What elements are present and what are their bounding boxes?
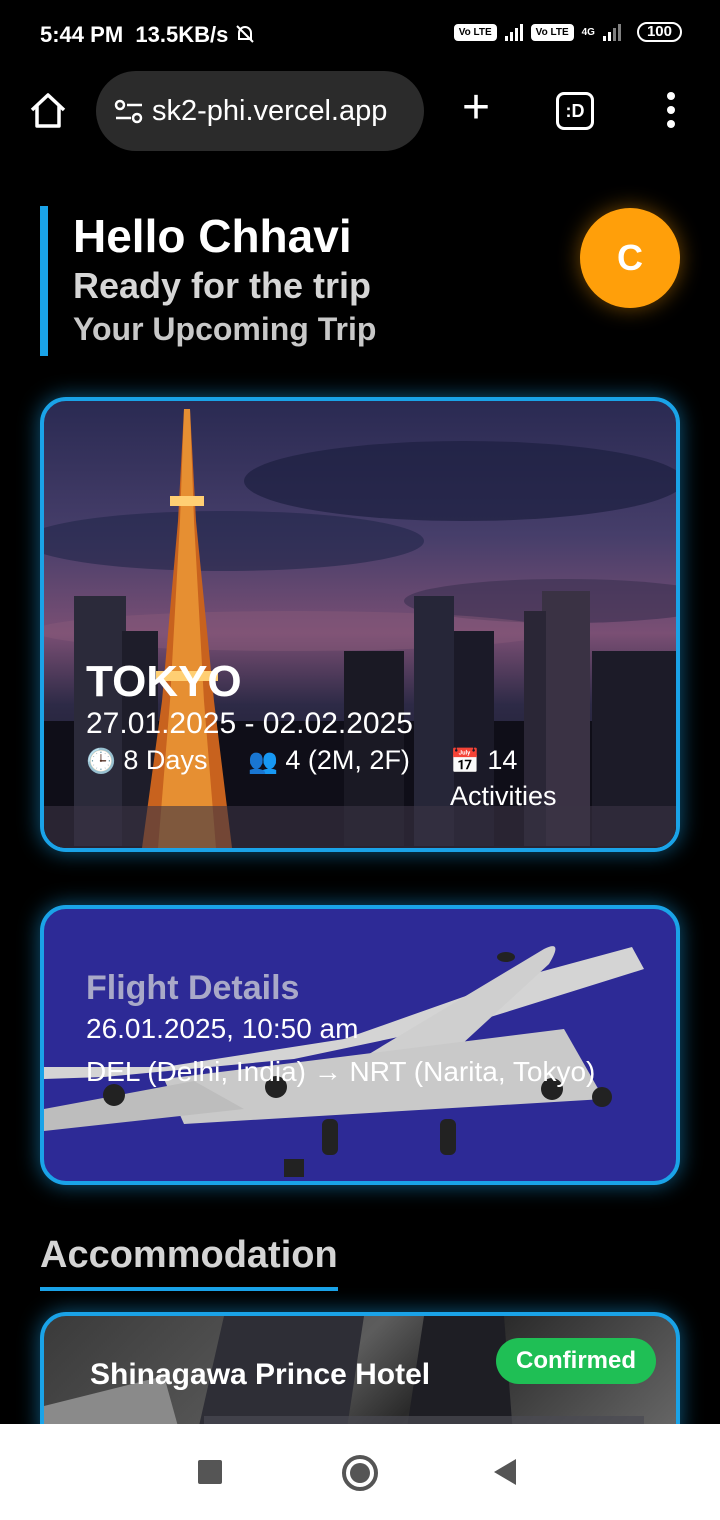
airplane-icon (44, 946, 644, 1177)
flight-card[interactable]: Flight Details 26.01.2025, 10:50 am DEL … (40, 905, 680, 1185)
trip-travelers-text: 4 (2M, 2F) (285, 745, 410, 775)
network-type: 4G (581, 26, 595, 38)
network-speed: 13.5KB/s (135, 22, 229, 47)
calendar-icon: 📅 (450, 748, 480, 775)
mute-bell-icon (236, 25, 255, 43)
flight-datetime: 26.01.2025, 10:50 am (86, 1013, 359, 1044)
trip-card[interactable]: TOKYO 27.01.2025 - 02.02.2025 🕒 8 Days 👥… (40, 397, 680, 852)
volte-badge-2: Vo LTE (530, 23, 574, 41)
back-icon[interactable] (494, 1459, 516, 1485)
greeting-title: Hello Chhavi (73, 210, 352, 262)
site-settings-icon[interactable] (114, 99, 144, 125)
people-icon: 👥 (248, 748, 278, 775)
home-icon[interactable] (28, 90, 68, 130)
booking-status-badge: Confirmed (496, 1338, 656, 1384)
status-time: 5:44 PM 13.5KB/s (40, 22, 256, 48)
trip-duration-text: 8 Days (123, 745, 208, 775)
more-menu-icon[interactable] (664, 92, 678, 132)
greeting-subtitle: Ready for the trip (73, 265, 372, 306)
battery-indicator: 100 (636, 22, 682, 42)
system-nav-bar (0, 1424, 720, 1520)
volte-badge: Vo LTE (453, 23, 497, 41)
clock-text: 5:44 PM (40, 22, 124, 47)
url-text: sk2-phi.vercel.app (152, 95, 388, 127)
upcoming-trip-heading: Your Upcoming Trip (73, 311, 377, 347)
flight-details-title: Flight Details (86, 969, 300, 1007)
signal-icon (504, 23, 523, 41)
new-tab-icon[interactable]: + (456, 84, 496, 132)
accommodation-heading: Accommodation (40, 1234, 338, 1291)
status-bar: 5:44 PM 13.5KB/s Vo LTE Vo LTE 4G 100 (0, 0, 720, 70)
tab-switcher-button[interactable]: :D (556, 92, 594, 130)
avatar[interactable]: C (580, 208, 680, 308)
recent-apps-icon[interactable] (198, 1460, 222, 1484)
home-nav-icon[interactable] (342, 1455, 378, 1491)
clock-icon: 🕒 (86, 748, 116, 775)
greeting-block: Hello Chhavi Ready for the trip Your Upc… (40, 206, 376, 356)
hotel-name: Shinagawa Prince Hotel (90, 1358, 431, 1391)
browser-toolbar: sk2-phi.vercel.app + :D (0, 70, 720, 152)
trip-destination: TOKYO (86, 657, 242, 706)
trip-duration: 🕒 8 Days (86, 743, 256, 779)
trip-dates: 27.01.2025 - 02.02.2025 (86, 707, 413, 740)
trip-activities: 📅 14 Activities (450, 743, 620, 813)
address-bar[interactable]: sk2-phi.vercel.app (96, 71, 424, 151)
flight-route: DEL (Delhi, India) → NRT (Narita, Tokyo) (86, 1056, 596, 1087)
signal-icon-2 (602, 23, 621, 41)
trip-travelers: 👥 4 (2M, 2F) (248, 743, 418, 779)
